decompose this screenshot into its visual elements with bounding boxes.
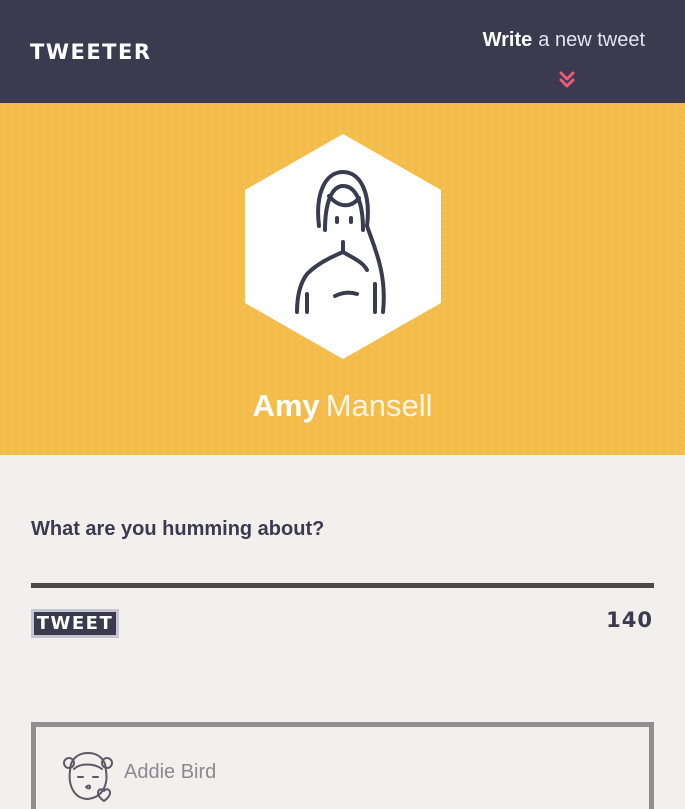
double-chevron-down-icon[interactable] (559, 70, 575, 90)
write-label: Write (482, 29, 533, 51)
write-rest-label: a new tweet (538, 29, 645, 51)
top-bar: Tweeter Write a new tweet (0, 0, 685, 103)
app-logo[interactable]: Tweeter (30, 40, 152, 64)
character-counter: 140 (606, 608, 653, 632)
tweet-author[interactable]: Addie Bird (124, 761, 216, 784)
profile-name: Amy Mansell (0, 388, 685, 424)
first-name: Amy (252, 388, 320, 423)
tweet-button[interactable]: Tweet (31, 609, 119, 638)
profile-avatar (245, 134, 441, 359)
kissing-girl-avatar-icon (63, 752, 113, 802)
tweet-card: Addie Bird (31, 722, 654, 809)
write-new-tweet-link[interactable]: Write a new tweet (483, 29, 645, 52)
tweet-input[interactable] (31, 548, 654, 588)
last-name: Mansell (325, 388, 433, 423)
compose-prompt: What are you humming about? (31, 518, 325, 540)
